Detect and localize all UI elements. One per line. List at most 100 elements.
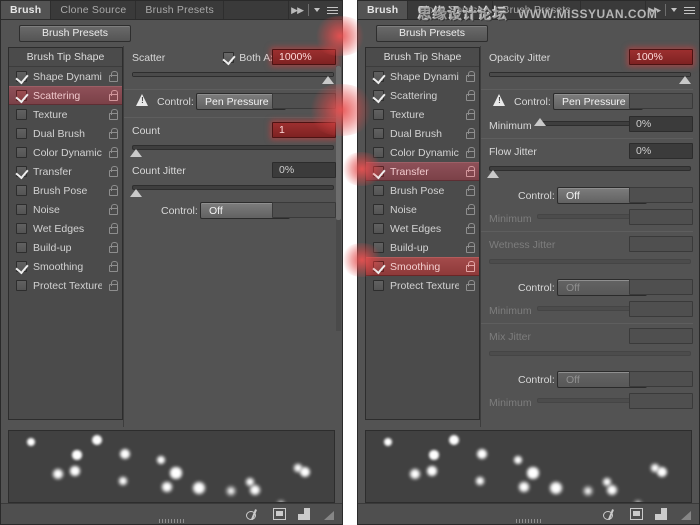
checkbox-scattering[interactable] xyxy=(16,90,27,101)
panel-scrollbar-left[interactable] xyxy=(336,66,341,331)
new-preset-icon[interactable] xyxy=(655,508,667,520)
opacity-jitter-value-field[interactable]: 100% xyxy=(629,49,693,65)
checkbox-buildup[interactable] xyxy=(373,242,384,253)
option-row-texture[interactable]: Texture xyxy=(9,105,122,124)
lock-icon[interactable] xyxy=(465,147,475,158)
new-preset-icon[interactable] xyxy=(298,508,310,520)
lock-icon[interactable] xyxy=(465,280,475,291)
toggle-preview-icon[interactable] xyxy=(630,508,643,520)
checkbox-protecttexture[interactable] xyxy=(16,280,27,291)
option-row-noise[interactable]: Noise xyxy=(9,200,122,219)
checkbox-smoothing[interactable] xyxy=(16,261,27,272)
lock-icon[interactable] xyxy=(108,128,118,139)
option-row-buildup[interactable]: Build-up xyxy=(9,238,122,257)
checkbox-shapedynamics[interactable] xyxy=(16,71,27,82)
count-slider-knob[interactable] xyxy=(130,149,142,157)
opacity-jitter-slider[interactable] xyxy=(489,72,691,77)
option-row-dualbrush[interactable]: Dual Brush xyxy=(9,124,122,143)
lock-icon[interactable] xyxy=(108,166,118,177)
option-row-protecttexture[interactable]: Protect Texture xyxy=(366,276,479,295)
delete-icon[interactable] xyxy=(322,509,334,520)
lock-icon[interactable] xyxy=(108,223,118,234)
tab-brush-right[interactable]: Brush xyxy=(358,1,409,19)
checkbox-noise[interactable] xyxy=(373,204,384,215)
option-row-shapedynamics[interactable]: Shape Dynamics xyxy=(366,67,479,86)
scatter-value-field[interactable]: 1000% xyxy=(272,49,336,65)
checkbox-transfer[interactable] xyxy=(16,166,27,177)
flow-jitter-slider[interactable] xyxy=(489,166,691,171)
double-arrow-icon[interactable]: ▶▶ xyxy=(291,5,304,16)
panel-menu-icon[interactable] xyxy=(327,6,338,14)
option-row-colordynamics[interactable]: Color Dynamics xyxy=(9,143,122,162)
option-row-colordynamics[interactable]: Color Dynamics xyxy=(366,143,479,162)
tab-brush-left[interactable]: Brush xyxy=(1,1,52,19)
checkbox-brushpose[interactable] xyxy=(373,185,384,196)
opacity-jitter-slider-knob[interactable] xyxy=(679,76,691,84)
option-row-brushpose[interactable]: Brush Pose xyxy=(366,181,479,200)
checkbox-transfer[interactable] xyxy=(373,166,384,177)
brush-presets-button-right[interactable]: Brush Presets xyxy=(376,24,488,42)
lock-icon[interactable] xyxy=(108,71,118,82)
checkbox-wetedges[interactable] xyxy=(16,223,27,234)
count-jitter-slider[interactable] xyxy=(132,185,334,190)
scatter-slider-knob[interactable] xyxy=(322,76,334,84)
option-row-transfer[interactable]: Transfer xyxy=(9,162,122,181)
lock-icon[interactable] xyxy=(465,185,475,196)
lock-icon[interactable] xyxy=(108,90,118,101)
tab-clone-source-right[interactable]: Clone Source xyxy=(408,1,494,19)
checkbox-scattering[interactable] xyxy=(373,90,384,101)
brush-option-list-left[interactable]: Brush Tip Shape Shape Dynamics Scattering… xyxy=(8,47,123,420)
opacity-control-extra-field[interactable] xyxy=(629,93,693,109)
lock-icon[interactable] xyxy=(108,280,118,291)
option-row-texture[interactable]: Texture xyxy=(366,105,479,124)
tab-clone-source-left[interactable]: Clone Source xyxy=(51,1,137,19)
scatter-slider[interactable] xyxy=(132,72,334,77)
count-jitter-slider-knob[interactable] xyxy=(130,189,142,197)
scatter-control-extra-field[interactable] xyxy=(272,93,336,109)
checkbox-colordynamics[interactable] xyxy=(16,147,27,158)
new-brush-icon[interactable] xyxy=(246,508,261,521)
both-axes-checkbox[interactable] xyxy=(223,52,235,63)
checkbox-dualbrush[interactable] xyxy=(373,128,384,139)
delete-icon[interactable] xyxy=(679,509,691,520)
chevron-down-icon[interactable] xyxy=(314,8,320,12)
tab-brush-presets-left[interactable]: Brush Presets xyxy=(136,1,224,19)
option-row-smoothing[interactable]: Smoothing xyxy=(9,257,122,276)
option-row-protecttexture[interactable]: Protect Texture xyxy=(9,276,122,295)
option-row-buildup[interactable]: Build-up xyxy=(366,238,479,257)
option-row-dualbrush[interactable]: Dual Brush xyxy=(366,124,479,143)
new-brush-icon[interactable] xyxy=(603,508,618,521)
option-row-scattering[interactable]: Scattering xyxy=(9,86,122,105)
option-row-smoothing[interactable]: Smoothing xyxy=(366,257,479,276)
brush-tip-shape-header-left[interactable]: Brush Tip Shape xyxy=(9,48,122,67)
checkbox-shapedynamics[interactable] xyxy=(373,71,384,82)
brush-presets-button-left[interactable]: Brush Presets xyxy=(19,24,131,42)
lock-icon[interactable] xyxy=(465,90,475,101)
lock-icon[interactable] xyxy=(465,128,475,139)
checkbox-texture[interactable] xyxy=(16,109,27,120)
double-arrow-icon[interactable]: ▶▶ xyxy=(648,5,661,16)
lock-icon[interactable] xyxy=(465,223,475,234)
lock-icon[interactable] xyxy=(465,242,475,253)
lock-icon[interactable] xyxy=(465,71,475,82)
lock-icon[interactable] xyxy=(108,147,118,158)
lock-icon[interactable] xyxy=(108,109,118,120)
checkbox-buildup[interactable] xyxy=(16,242,27,253)
count-jitter-value-field[interactable]: 0% xyxy=(272,162,336,178)
flow-control-extra-field[interactable] xyxy=(629,187,693,203)
checkbox-dualbrush[interactable] xyxy=(16,128,27,139)
option-row-noise[interactable]: Noise xyxy=(366,200,479,219)
lock-icon[interactable] xyxy=(108,185,118,196)
lock-icon[interactable] xyxy=(465,261,475,272)
lock-icon[interactable] xyxy=(465,204,475,215)
option-row-wetedges[interactable]: Wet Edges xyxy=(9,219,122,238)
count-control-extra-field[interactable] xyxy=(272,202,336,218)
checkbox-noise[interactable] xyxy=(16,204,27,215)
resize-grip[interactable] xyxy=(158,519,185,523)
toggle-preview-icon[interactable] xyxy=(273,508,286,520)
count-slider[interactable] xyxy=(132,145,334,150)
lock-icon[interactable] xyxy=(465,166,475,177)
option-row-shapedynamics[interactable]: Shape Dynamics xyxy=(9,67,122,86)
lock-icon[interactable] xyxy=(108,261,118,272)
flow-jitter-slider-knob[interactable] xyxy=(487,170,499,178)
